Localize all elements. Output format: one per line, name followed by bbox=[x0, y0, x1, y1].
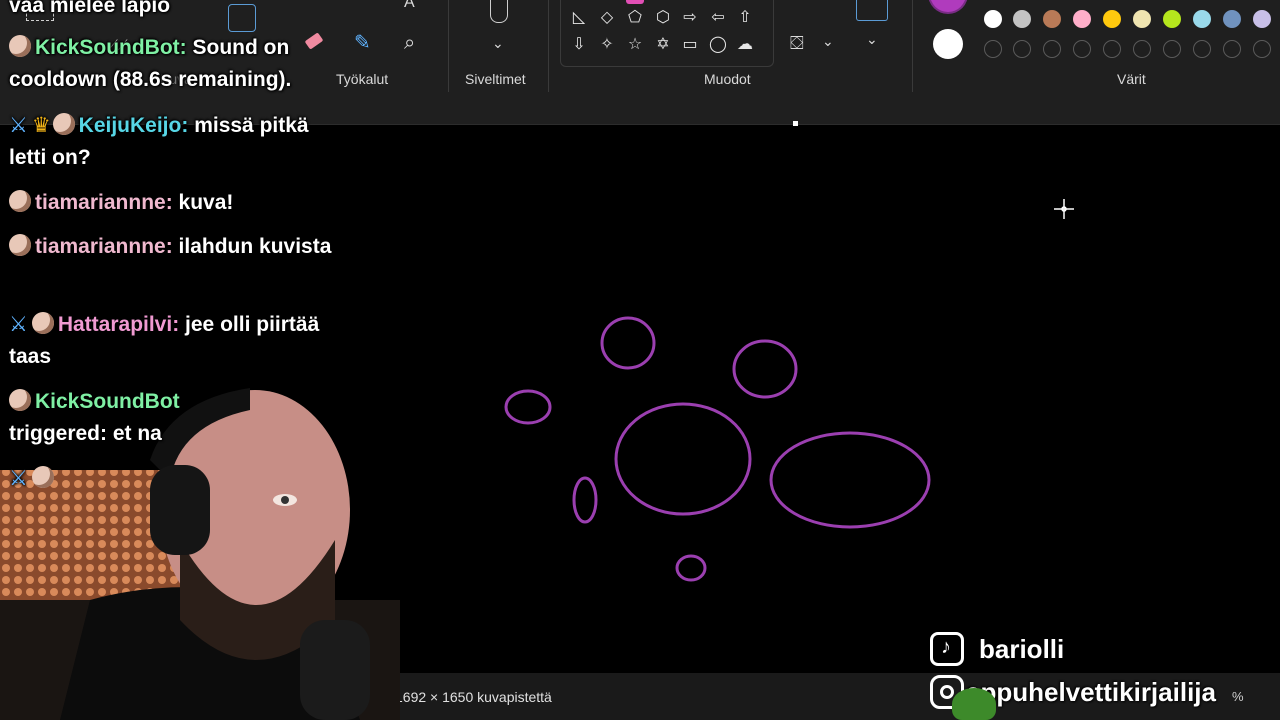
username: KickSoundBot bbox=[35, 390, 180, 413]
sword-badge-icon: ⚔ bbox=[9, 467, 28, 490]
user-avatar-icon bbox=[9, 234, 31, 256]
cloud-callout-shape-icon[interactable]: ☁ bbox=[733, 33, 757, 57]
frog-emote-icon bbox=[952, 688, 996, 720]
custom-color-slot[interactable] bbox=[1223, 40, 1241, 58]
selected-shape-indicator bbox=[626, 0, 644, 4]
custom-color-slot[interactable] bbox=[1013, 40, 1031, 58]
text-icon[interactable]: A bbox=[404, 0, 415, 12]
custom-color-slot[interactable] bbox=[1073, 40, 1091, 58]
message-text: vaa mielee läpiö bbox=[9, 0, 171, 17]
chat-message: vaa mielee läpiö bbox=[9, 0, 339, 22]
left-arrow-shape-icon[interactable]: ⇦ bbox=[706, 6, 730, 30]
custom-color-slot[interactable] bbox=[1133, 40, 1151, 58]
chevron-down-icon[interactable]: ⌄ bbox=[822, 32, 834, 50]
chat-message: ⚔ Hattarapilvi: jee olli piirtää taas bbox=[9, 309, 339, 373]
magnifier-icon[interactable]: ⌕ bbox=[404, 33, 415, 53]
drawn-ellipse bbox=[732, 339, 798, 399]
image-dimensions: 1692 × 1650 kuvapistettä bbox=[395, 689, 552, 705]
username: KeijuKeijo: bbox=[78, 114, 189, 137]
chevron-down-icon[interactable]: ⌄ bbox=[866, 30, 878, 48]
username: tiamariannne: bbox=[35, 235, 173, 258]
chat-message: triggered: et na bbox=[9, 418, 339, 450]
palette-lightblue-swatch[interactable] bbox=[1193, 10, 1211, 28]
divider bbox=[912, 0, 913, 92]
user-avatar-icon bbox=[31, 466, 54, 488]
drawn-ellipse bbox=[600, 316, 656, 370]
chat-message: ⚔ bbox=[9, 463, 339, 495]
palette-lavender-swatch[interactable] bbox=[1253, 10, 1271, 28]
user-avatar-icon bbox=[52, 113, 75, 135]
username: Hattarapilvi: bbox=[57, 313, 180, 336]
up-arrow-shape-icon[interactable]: ⇧ bbox=[733, 6, 757, 30]
colors-group-label: Värit bbox=[1117, 71, 1146, 87]
user-avatar-icon bbox=[9, 35, 31, 57]
custom-color-slot[interactable] bbox=[1103, 40, 1121, 58]
message-text: kuva! bbox=[178, 191, 234, 214]
chat-message: KickSoundBot: Sound on cooldown (88.6s r… bbox=[9, 32, 339, 96]
stroke-size-icon[interactable] bbox=[856, 0, 888, 21]
user-avatar-icon bbox=[9, 389, 31, 411]
palette-brown-swatch[interactable] bbox=[1043, 10, 1061, 28]
zoom-level[interactable]: % bbox=[1232, 689, 1244, 704]
divider bbox=[548, 0, 549, 92]
custom-color-slot[interactable] bbox=[1163, 40, 1181, 58]
brushes-group-label: Siveltimet bbox=[465, 71, 526, 87]
chat-message: tiamariannne: kuva! bbox=[9, 187, 339, 219]
palette-gold-swatch[interactable] bbox=[1103, 10, 1121, 28]
drawn-ellipse bbox=[572, 476, 598, 524]
user-avatar-icon bbox=[31, 312, 54, 334]
tools-group-label: Työkalut bbox=[336, 71, 389, 87]
fill-icon[interactable]: ⛋ bbox=[790, 34, 804, 52]
user-avatar-icon bbox=[9, 190, 31, 212]
right-triangle-shape-icon[interactable]: ◺ bbox=[567, 6, 591, 30]
chat-message: tiamariannne: ilahdun kuvista bbox=[9, 231, 339, 263]
chevron-down-icon[interactable]: ⌄ bbox=[492, 34, 504, 52]
color-picker-icon[interactable]: ✎ bbox=[354, 33, 371, 53]
instagram-handle: appuhelvettikirjailija bbox=[966, 677, 1216, 707]
message-text: ilahdun kuvista bbox=[178, 235, 332, 258]
crosshair-cursor-icon bbox=[1054, 199, 1074, 219]
drawn-ellipse bbox=[614, 402, 752, 516]
drawn-ellipse bbox=[769, 431, 931, 529]
custom-color-slot[interactable] bbox=[1193, 40, 1211, 58]
palette-pink-swatch[interactable] bbox=[1073, 10, 1091, 28]
palette-white-swatch[interactable] bbox=[984, 10, 1002, 28]
oval-callout-shape-icon[interactable]: ◯ bbox=[706, 33, 730, 57]
six-point-star-shape-icon[interactable]: ✡ bbox=[651, 33, 675, 57]
chat-message: ⚔ ♛ KeijuKeijo: missä pitkä letti on? bbox=[9, 110, 339, 174]
four-point-star-shape-icon[interactable]: ✧ bbox=[595, 33, 619, 57]
secondary-color-swatch[interactable] bbox=[933, 29, 963, 59]
username: KickSoundBot: bbox=[35, 36, 187, 59]
five-point-star-shape-icon[interactable]: ☆ bbox=[623, 33, 647, 57]
down-arrow-shape-icon[interactable]: ⇩ bbox=[567, 33, 591, 57]
right-arrow-shape-icon[interactable]: ⇨ bbox=[678, 6, 702, 30]
custom-color-slot[interactable] bbox=[1043, 40, 1061, 58]
message-text: triggered: et na bbox=[9, 422, 162, 445]
palette-bluegray-swatch[interactable] bbox=[1223, 10, 1241, 28]
username: tiamariannne: bbox=[35, 191, 173, 214]
hexagon-shape-icon[interactable]: ⬡ bbox=[651, 6, 675, 30]
sword-badge-icon: ⚔ bbox=[9, 114, 28, 137]
tiktok-handle: bariolli bbox=[979, 634, 1065, 664]
pentagon-shape-icon[interactable]: ⬠ bbox=[623, 6, 647, 30]
palette-lime-swatch[interactable] bbox=[1163, 10, 1181, 28]
chat-message: KickSoundBot bbox=[9, 386, 339, 418]
palette-cream-swatch[interactable] bbox=[1133, 10, 1151, 28]
shapes-group-label: Muodot bbox=[704, 71, 751, 87]
chat-overlay: vaa mielee läpiö KickSoundBot: Sound on … bbox=[0, 0, 340, 500]
sword-badge-icon: ⚔ bbox=[9, 313, 28, 336]
drawn-ellipse bbox=[675, 554, 707, 582]
brush-icon[interactable] bbox=[490, 0, 508, 23]
tiktok-icon: ♪ bbox=[930, 632, 964, 666]
divider bbox=[448, 0, 449, 92]
custom-color-slot[interactable] bbox=[984, 40, 1002, 58]
rect-callout-shape-icon[interactable]: ▭ bbox=[678, 33, 702, 57]
crown-badge-icon: ♛ bbox=[31, 114, 51, 137]
diamond-shape-icon[interactable]: ◇ bbox=[595, 6, 619, 30]
drawn-ellipse bbox=[504, 389, 552, 425]
active-color-swatch[interactable] bbox=[928, 0, 968, 14]
palette-gray-swatch[interactable] bbox=[1013, 10, 1031, 28]
custom-color-slot[interactable] bbox=[1253, 40, 1271, 58]
